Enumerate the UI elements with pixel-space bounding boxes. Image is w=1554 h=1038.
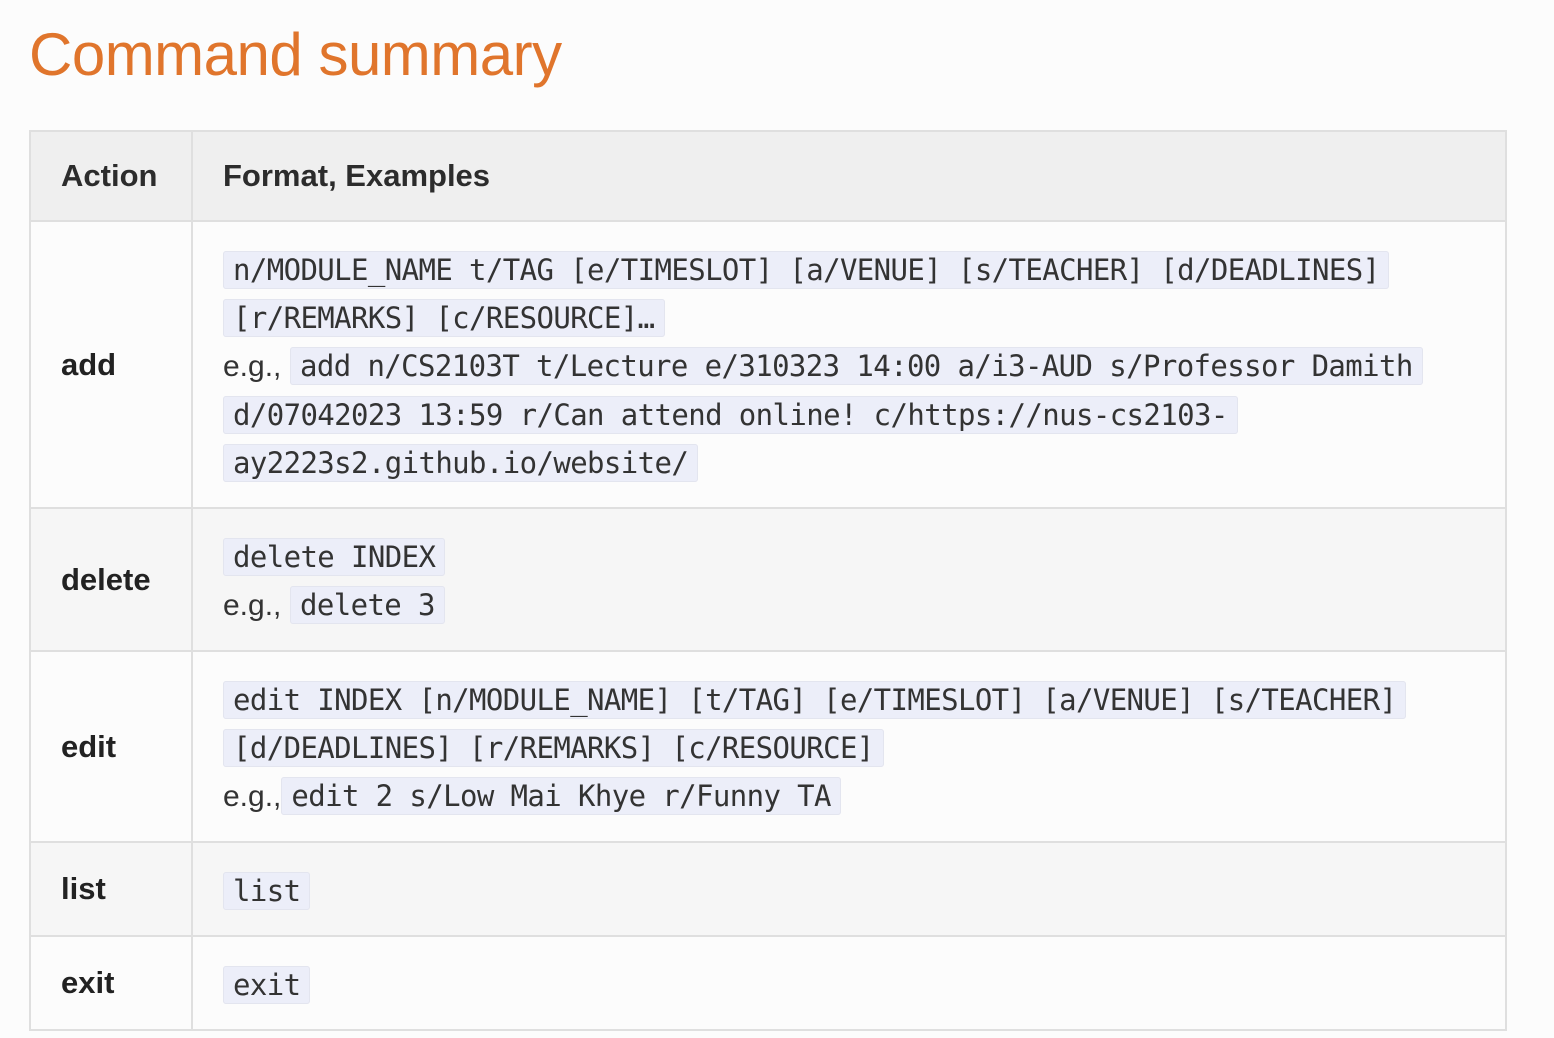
command-summary-table: Action Format, Examples add n/MODULE_NAM… [29,130,1507,1031]
action-cell: delete [29,507,193,652]
command-format-code: edit INDEX [n/MODULE_NAME] [t/TAG] [e/TI… [223,681,1407,767]
command-example-code: add n/CS2103T t/Lecture e/310323 14:00 a… [223,347,1423,482]
table-header-row: Action Format, Examples [29,130,1507,222]
format-cell: delete INDEX e.g., delete 3 [191,507,1507,652]
command-format-code: delete INDEX [223,538,446,576]
format-cell: list [191,841,1507,937]
command-example-code: edit 2 s/Low Mai Khye r/Funny TA [281,777,841,815]
example-prefix: e.g., [223,589,282,622]
command-format-code: list [223,872,311,910]
page-title: Command summary [29,21,562,88]
command-format-code: n/MODULE_NAME t/TAG [e/TIMESLOT] [a/VENU… [223,251,1390,337]
action-cell: edit [29,650,193,843]
header-action: Action [29,130,193,222]
format-cell: exit [191,935,1507,1031]
table-row-exit: exit exit [29,935,1507,1031]
header-format: Format, Examples [191,130,1507,222]
table-row-edit: edit edit INDEX [n/MODULE_NAME] [t/TAG] … [29,650,1507,843]
table-row-list: list list [29,841,1507,937]
command-format-code: exit [223,966,311,1004]
table-row-add: add n/MODULE_NAME t/TAG [e/TIMESLOT] [a/… [29,220,1507,509]
format-cell: edit INDEX [n/MODULE_NAME] [t/TAG] [e/TI… [191,650,1507,843]
table-row-delete: delete delete INDEX e.g., delete 3 [29,507,1507,652]
example-prefix: e.g., [223,780,282,813]
action-cell: list [29,841,193,937]
page: Command summary Action Format, Examples … [0,0,1554,1038]
format-cell: n/MODULE_NAME t/TAG [e/TIMESLOT] [a/VENU… [191,220,1507,509]
action-cell: add [29,220,193,509]
example-prefix: e.g., [223,350,282,383]
action-cell: exit [29,935,193,1031]
command-example-code: delete 3 [290,586,445,624]
